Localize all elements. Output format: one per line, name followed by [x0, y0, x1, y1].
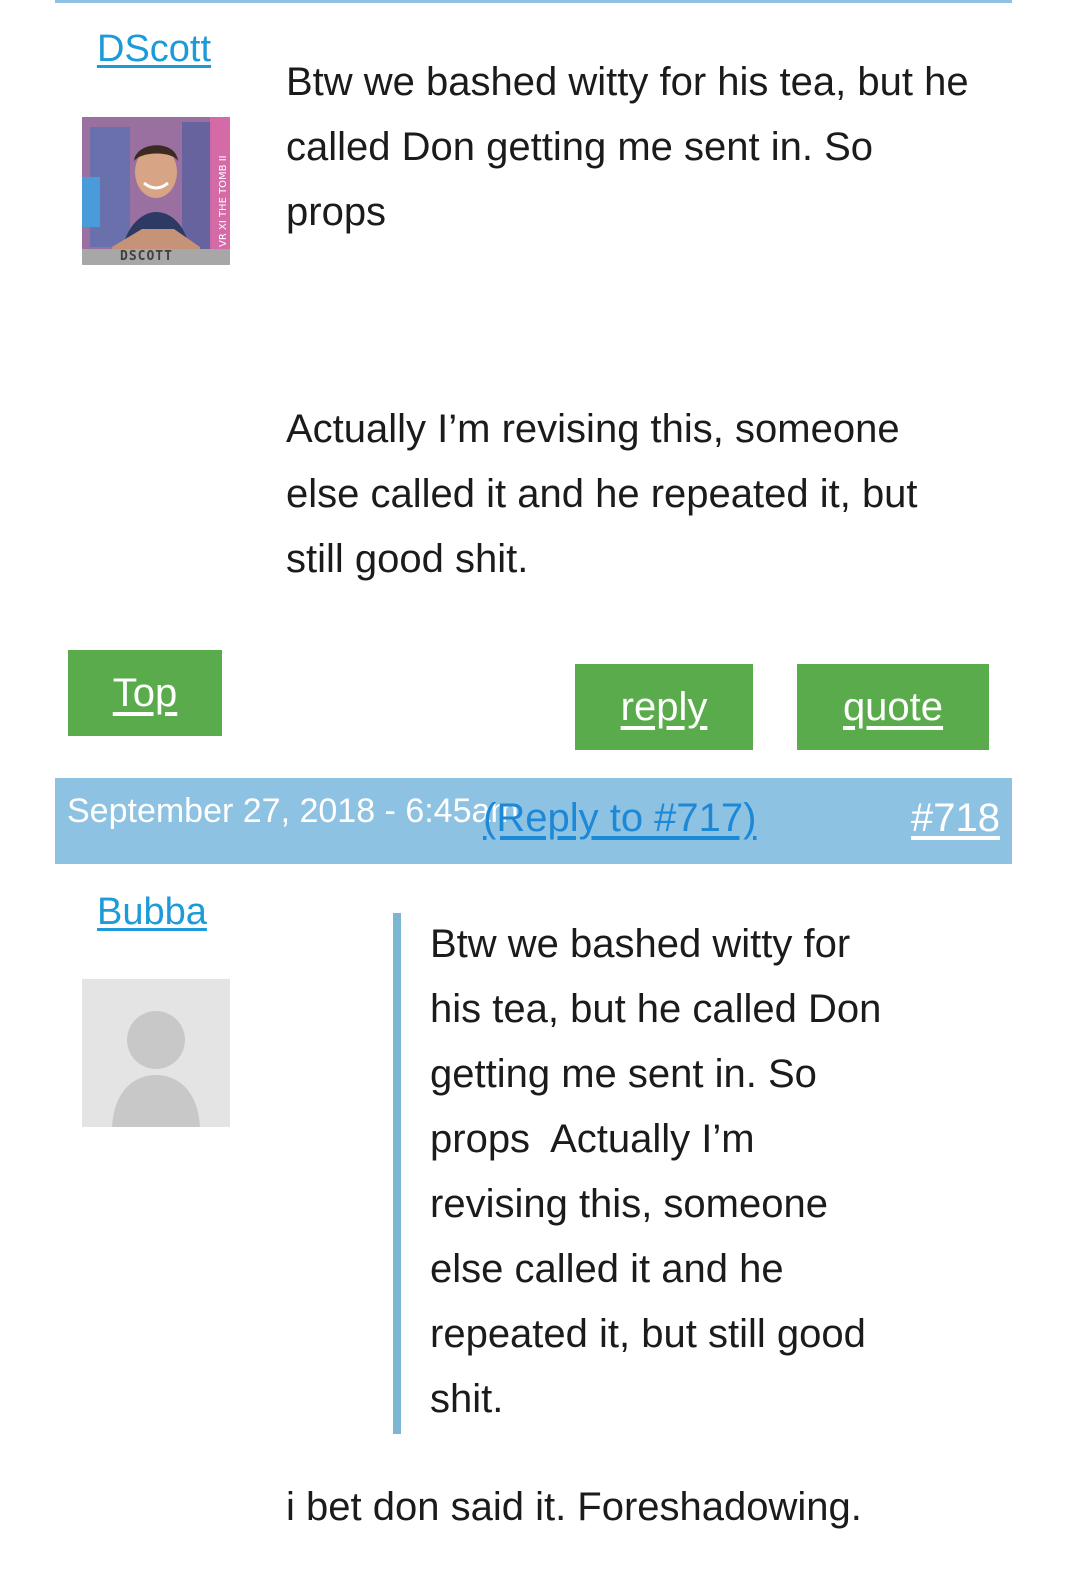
post-line: else called it and he repeated it, but: [286, 472, 918, 516]
top-button[interactable]: Top: [68, 650, 222, 736]
post-author-link[interactable]: Bubba: [97, 891, 207, 934]
post-body-edit: Actually I’m revising this, someone else…: [286, 397, 1046, 592]
reply-button[interactable]: reply: [575, 664, 753, 750]
avatar-caption: DSCOTT: [120, 249, 173, 264]
post-meta-bar: September 27, 2018 - 6:45am (Reply to #7…: [55, 778, 1012, 864]
default-user-icon[interactable]: [82, 979, 230, 1127]
avatar-side-text: VR XI THE TOMB II: [218, 155, 229, 247]
quote-line: getting me sent in. So: [430, 1052, 817, 1096]
post-date: September 27, 2018 - 6:45am: [67, 792, 519, 830]
post-line: props: [286, 190, 387, 234]
post-author-link[interactable]: DScott: [97, 28, 211, 71]
post-line: Actually I’m revising this, someone: [286, 407, 900, 451]
post-number-link[interactable]: #718: [911, 796, 1000, 841]
blockquote: Btw we bashed witty for his tea, but he …: [430, 912, 1030, 1432]
quote-line: revising this, someone: [430, 1182, 828, 1226]
avatar-photo-graphic: [82, 117, 230, 265]
quote-line: props Actually I’m: [430, 1117, 755, 1161]
quote-line: shit.: [430, 1377, 504, 1421]
quote-line: else called it and he: [430, 1247, 784, 1291]
post-line: still good shit.: [286, 537, 529, 581]
blockquote-border: [393, 913, 401, 1434]
quote-button[interactable]: quote: [797, 664, 989, 750]
quote-line: Btw we bashed witty for: [430, 922, 851, 966]
quote-line: repeated it, but still good: [430, 1312, 866, 1356]
post-divider: [55, 0, 1012, 3]
post-line: called Don getting me sent in. So: [286, 125, 874, 169]
default-avatar-graphic: [112, 1011, 200, 1127]
quote-line: his tea, but he called Don: [430, 987, 882, 1031]
post-body: Btw we bashed witty for his tea, but he …: [286, 50, 1046, 245]
post-body: i bet don said it. Foreshadowing.: [286, 1485, 862, 1529]
post-line: Btw we bashed witty for his tea, but he: [286, 60, 969, 104]
reply-to-link[interactable]: (Reply to #717): [483, 796, 756, 841]
user-photo-avatar-icon[interactable]: DSCOTT VR XI THE TOMB II: [82, 117, 230, 265]
